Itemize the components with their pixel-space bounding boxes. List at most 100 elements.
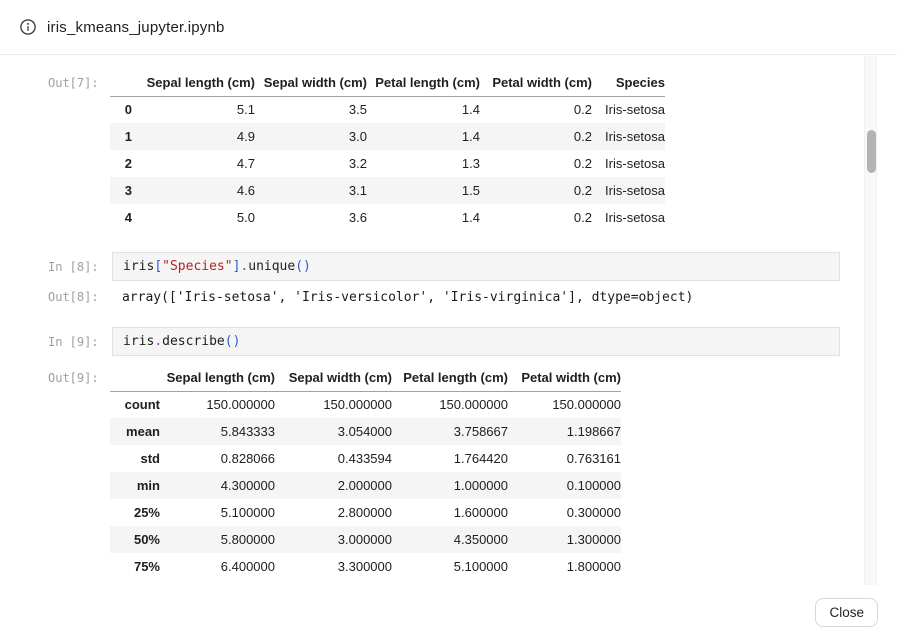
table-cell: 5.800000	[160, 526, 275, 553]
table-cell: 1.000000	[392, 472, 508, 499]
table-cell: 1.3	[367, 150, 480, 177]
table-cell: 1.300000	[508, 526, 621, 553]
table-cell: Iris-setosa	[592, 150, 665, 177]
dialog-header: iris_kmeans_jupyter.ipynb	[0, 0, 897, 55]
table-row: 24.73.21.30.2Iris-setosa	[110, 150, 665, 177]
table-header-cell: Sepal length (cm)	[132, 69, 255, 96]
row-index-cell: count	[110, 391, 160, 418]
table-cell: Iris-setosa	[592, 96, 665, 123]
table-cell: 0.763161	[508, 445, 621, 472]
table-cell: Iris-setosa	[592, 177, 665, 204]
table-header-cell: Petal width (cm)	[508, 364, 621, 391]
table-cell: Iris-setosa	[592, 204, 665, 231]
row-index-cell: 1	[110, 123, 132, 150]
code-token: describe	[162, 334, 225, 349]
code-cell: iris.describe()	[112, 327, 840, 356]
table-cell: 150.000000	[508, 391, 621, 418]
input-prompt: In [9]:	[48, 327, 110, 349]
info-icon	[20, 19, 36, 35]
output-text: array(['Iris-setosa', 'Iris-versicolor',…	[110, 289, 693, 305]
code-token: iris	[123, 334, 154, 349]
table-cell: 2.800000	[275, 499, 392, 526]
table-cell: 1.600000	[392, 499, 508, 526]
table-row: std0.8280660.4335941.7644200.763161	[110, 445, 621, 472]
table-row: 14.93.01.40.2Iris-setosa	[110, 123, 665, 150]
code-token: ()	[225, 334, 241, 349]
dataframe-head-table: Sepal length (cm)Sepal width (cm)Petal l…	[110, 69, 665, 231]
table-cell: 0.300000	[508, 499, 621, 526]
cell-out8: Out[8]: array(['Iris-setosa', 'Iris-vers…	[48, 289, 897, 305]
table-cell: 6.400000	[160, 553, 275, 580]
table-cell: 3.300000	[275, 553, 392, 580]
table-cell: 3.054000	[275, 418, 392, 445]
table-header-cell: Petal length (cm)	[367, 69, 480, 96]
table-header-cell: Sepal width (cm)	[275, 364, 392, 391]
table-cell: 1.4	[367, 96, 480, 123]
dataframe-describe-table: Sepal length (cm)Sepal width (cm)Petal l…	[110, 364, 621, 580]
code-token: unique	[248, 259, 295, 274]
table-header-cell	[110, 364, 160, 391]
code-token: iris	[123, 259, 154, 274]
table-cell: 3.758667	[392, 418, 508, 445]
table-row: min4.3000002.0000001.0000000.100000	[110, 472, 621, 499]
table-cell: 1.4	[367, 123, 480, 150]
code-token: [	[154, 259, 162, 274]
table-cell: 5.0	[132, 204, 255, 231]
output-prompt: Out[8]:	[48, 289, 110, 304]
table-cell: 3.2	[255, 150, 367, 177]
table-header-cell: Sepal width (cm)	[255, 69, 367, 96]
table-cell: 3.1	[255, 177, 367, 204]
table-row: 25%5.1000002.8000001.6000000.300000	[110, 499, 621, 526]
output-prompt: Out[7]:	[48, 69, 110, 90]
table-cell: 5.843333	[160, 418, 275, 445]
row-index-cell: 0	[110, 96, 132, 123]
table-header-cell: Petal length (cm)	[392, 364, 508, 391]
table-cell: 0.2	[480, 96, 592, 123]
cell-in8: In [8]: iris["Species"].unique()	[48, 252, 897, 281]
row-index-cell: 4	[110, 204, 132, 231]
table-header-cell: Species	[592, 69, 665, 96]
table-cell: 1.4	[367, 204, 480, 231]
cell-out7: Out[7]: Sepal length (cm)Sepal width (cm…	[48, 69, 897, 231]
table-header-cell: Petal width (cm)	[480, 69, 592, 96]
table-cell: 1.198667	[508, 418, 621, 445]
table-cell: 5.100000	[392, 553, 508, 580]
table-cell: 3.000000	[275, 526, 392, 553]
table-cell: 0.100000	[508, 472, 621, 499]
scrollbar-thumb[interactable]	[867, 130, 876, 173]
table-cell: 150.000000	[160, 391, 275, 418]
table-cell: 3.5	[255, 96, 367, 123]
row-index-cell: 3	[110, 177, 132, 204]
table-cell: 150.000000	[275, 391, 392, 418]
table-cell: 5.1	[132, 96, 255, 123]
table-cell: 0.2	[480, 150, 592, 177]
output-prompt: Out[9]:	[48, 364, 110, 385]
close-button[interactable]: Close	[815, 598, 878, 627]
row-index-cell: 25%	[110, 499, 160, 526]
row-index-cell: std	[110, 445, 160, 472]
code-token: ()	[295, 259, 311, 274]
row-index-cell: 2	[110, 150, 132, 177]
table-cell: 4.350000	[392, 526, 508, 553]
table-row: 75%6.4000003.3000005.1000001.800000	[110, 553, 621, 580]
notebook-content[interactable]: Out[7]: Sepal length (cm)Sepal width (cm…	[0, 56, 897, 585]
row-index-cell: min	[110, 472, 160, 499]
table-cell: 0.828066	[160, 445, 275, 472]
table-cell: 4.300000	[160, 472, 275, 499]
table-header-cell: Sepal length (cm)	[160, 364, 275, 391]
table-cell: 3.0	[255, 123, 367, 150]
cell-out9: Out[9]: Sepal length (cm)Sepal width (cm…	[48, 364, 897, 580]
table-row: mean5.8433333.0540003.7586671.198667	[110, 418, 621, 445]
row-index-cell: mean	[110, 418, 160, 445]
table-cell: 4.6	[132, 177, 255, 204]
table-header-cell	[110, 69, 132, 96]
table-cell: Iris-setosa	[592, 123, 665, 150]
scrollbar-track[interactable]	[864, 56, 877, 585]
code-cell: iris["Species"].unique()	[112, 252, 840, 281]
table-row: 05.13.51.40.2Iris-setosa	[110, 96, 665, 123]
table-row: 45.03.61.40.2Iris-setosa	[110, 204, 665, 231]
input-prompt: In [8]:	[48, 252, 110, 274]
table-row: 34.63.11.50.2Iris-setosa	[110, 177, 665, 204]
table-cell: 0.2	[480, 177, 592, 204]
row-index-cell: 75%	[110, 553, 160, 580]
